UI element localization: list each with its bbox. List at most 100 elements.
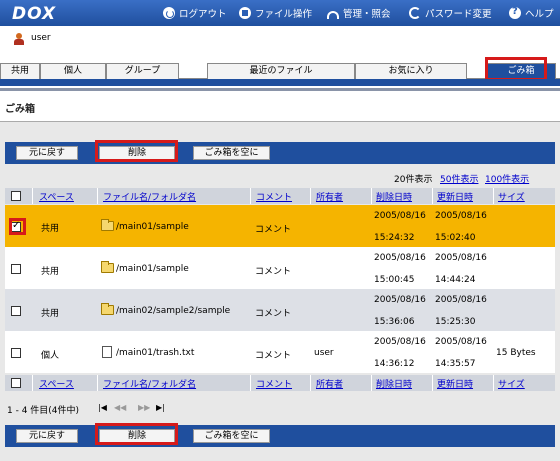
select-all-checkbox-top[interactable] [11,191,21,201]
password-change-icon [409,7,421,19]
restore-button-bottom[interactable]: 元に戻す [16,429,78,443]
col-deleted-header[interactable]: 削除日時 [376,190,412,203]
row-size: 15 Bytes [496,348,536,358]
delete-button-bottom-highlight [95,423,178,445]
row-name[interactable]: /main02/sample2/sample [116,306,230,316]
admin-icon [327,10,339,19]
col-updated-header[interactable]: 更新日時 [437,190,473,203]
col-comment-header[interactable]: コメント [256,190,292,203]
divider [0,88,560,91]
trash-tab-highlight [485,57,547,81]
next-page-icon[interactable]: ▶▶ [138,403,150,412]
help-link[interactable]: ヘルプ [509,6,554,20]
row-name[interactable]: /main01/sample [116,222,189,232]
row-deleted-date: 2005/08/16 [374,211,426,221]
row-space: 共用 [41,309,60,319]
row-comment: コメント [255,351,292,361]
help-label: ヘルプ [525,9,554,20]
delete-button-top-highlight [95,140,178,162]
row-deleted-time: 15:36:06 [374,317,415,327]
file-icon [102,346,112,358]
row-space: 共用 [41,267,60,277]
tab-personal[interactable]: 個人 [40,63,106,79]
col-deleted-footer[interactable]: 削除日時 [376,377,412,390]
row-space: 個人 [41,351,60,361]
col-owner-footer[interactable]: 所有者 [316,377,343,390]
col-space-footer[interactable]: スペース [39,377,74,390]
row-updated-date: 2005/08/16 [435,295,487,305]
col-name-header[interactable]: ファイル名/フォルダ名 [103,190,196,203]
row-deleted-date: 2005/08/16 [374,337,426,347]
tab-group[interactable]: グループ [106,63,179,79]
file-operation-link[interactable]: ファイル操作 [239,6,312,20]
logout-link[interactable]: ログアウト [163,6,227,20]
row-updated-time: 14:35:57 [435,359,476,369]
row-deleted-time: 15:24:32 [374,233,415,243]
help-icon [509,6,521,19]
row-deleted-time: 14:36:12 [374,359,415,369]
row-updated-date: 2005/08/16 [435,211,487,221]
last-page-icon[interactable]: ▶| [156,403,165,412]
table-row[interactable]: 共用 /main01/sample コメント 2005/08/16 15:24:… [5,205,555,247]
table-row[interactable]: 共用 /main02/sample2/sample コメント 2005/08/1… [5,289,555,331]
row-checkbox[interactable] [11,348,21,358]
row-deleted-date: 2005/08/16 [374,295,426,305]
show-50-link[interactable]: 50件表示 [440,172,478,185]
first-page-icon[interactable]: |◀ [98,403,107,412]
col-name-footer[interactable]: ファイル名/フォルダ名 [103,377,196,390]
folder-icon [101,303,114,315]
table-row[interactable]: 個人 /main01/trash.txt コメント user 2005/08/1… [5,331,555,373]
bottom-button-bar: 元に戻す 削除 ごみ箱を空に [5,425,555,447]
col-size-header[interactable]: サイズ [498,190,525,203]
folder-icon [101,261,114,273]
password-change-label: パスワード変更 [425,9,492,20]
row-updated-date: 2005/08/16 [435,253,487,263]
empty-trash-button-bottom[interactable]: ごみ箱を空に [193,429,270,443]
row-comment: コメント [255,225,292,235]
item-count: 1 - 4 件目(4件中) [7,406,80,416]
row-name[interactable]: /main01/sample [116,264,189,274]
admin-label: 管理・照会 [343,9,391,20]
table-header-bottom: スペース ファイル名/フォルダ名 コメント 所有者 削除日時 更新日時 サイズ [5,375,555,391]
page-title: ごみ箱 [5,104,35,115]
col-size-footer[interactable]: サイズ [498,377,525,390]
row-checkbox[interactable] [11,306,21,316]
tab-bar: 共用 個人 グループ 最近のファイル お気に入り ごみ箱 [0,63,560,79]
row-owner: user [314,348,334,358]
col-space-header[interactable]: スペース [39,190,74,203]
restore-button-top[interactable]: 元に戻す [16,146,78,160]
tab-underline [0,79,560,86]
tab-shared[interactable]: 共用 [0,63,40,79]
table-row[interactable]: 共用 /main01/sample コメント 2005/08/16 15:00:… [5,247,555,289]
row-comment: コメント [255,309,292,319]
show-100-link[interactable]: 100件表示 [485,172,529,185]
file-operation-label: ファイル操作 [255,9,313,20]
user-avatar-icon [14,33,24,45]
col-owner-header[interactable]: 所有者 [316,190,343,203]
row-updated-time: 15:02:40 [435,233,476,243]
select-all-checkbox-bottom[interactable] [11,378,21,388]
empty-trash-button-top[interactable]: ごみ箱を空に [193,146,270,160]
tab-favorites[interactable]: お気に入り [355,63,467,79]
top-button-bar: 元に戻す 削除 ごみ箱を空に [5,142,555,164]
col-comment-footer[interactable]: コメント [256,377,292,390]
row-updated-time: 15:25:30 [435,317,476,327]
prev-page-icon[interactable]: ◀◀ [114,403,126,412]
app-logo: DOX [12,4,57,24]
row-deleted-date: 2005/08/16 [374,253,426,263]
col-updated-footer[interactable]: 更新日時 [437,377,473,390]
row-deleted-time: 15:00:45 [374,275,415,285]
file-operation-icon [239,7,251,19]
password-change-link[interactable]: パスワード変更 [409,6,492,20]
logout-icon [163,7,175,19]
tab-recent-files[interactable]: 最近のファイル [207,63,355,79]
row-checkbox-highlight [9,218,26,235]
logout-label: ログアウト [179,9,227,20]
row-name[interactable]: /main01/trash.txt [116,348,194,358]
row-updated-time: 14:44:24 [435,275,476,285]
admin-link[interactable]: 管理・照会 [327,6,391,20]
row-comment: コメント [255,267,292,277]
table-header-top: スペース ファイル名/フォルダ名 コメント 所有者 削除日時 更新日時 サイズ [5,188,555,204]
row-updated-date: 2005/08/16 [435,337,487,347]
row-checkbox[interactable] [11,264,21,274]
